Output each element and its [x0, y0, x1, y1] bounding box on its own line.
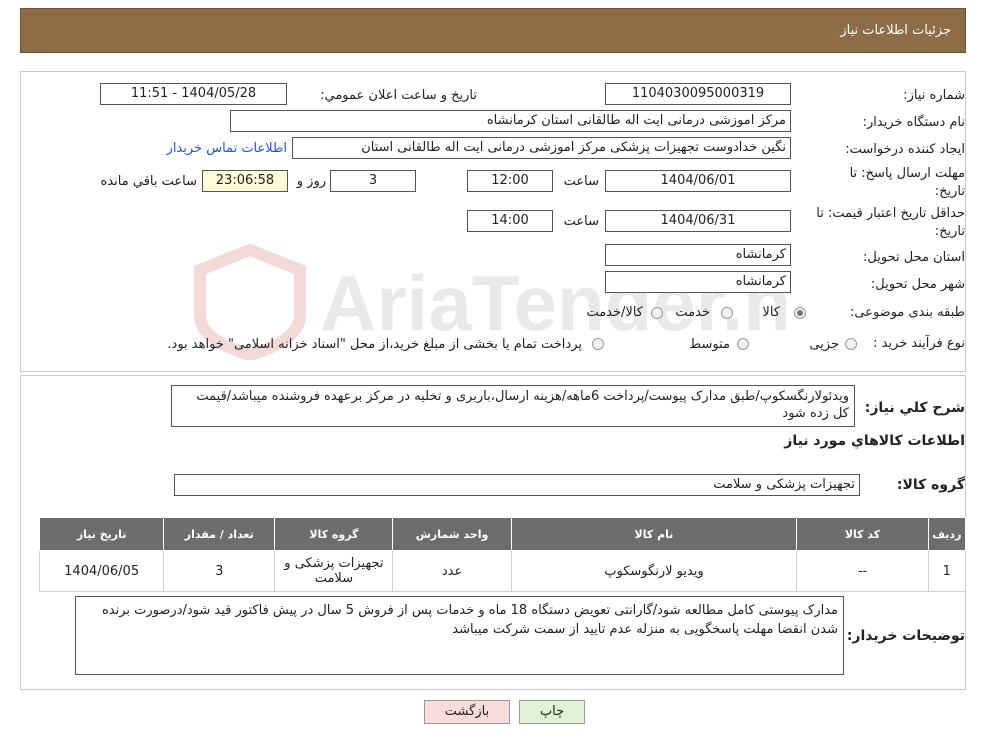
remaining-label: ساعت باقي مانده [100, 174, 197, 189]
announce-field: 1404/05/28 - 11:51 [100, 83, 287, 105]
validity-time-label: ساعت [563, 214, 599, 229]
page-header: جزئیات اطلاعات نیاز [20, 8, 966, 53]
province-field: کرمانشاه [605, 244, 791, 266]
process-label: نوع فرآیند خرید : [873, 336, 965, 351]
need-number-field: 1104030095000319 [605, 83, 791, 105]
need-number-label: شماره نیاز: [903, 88, 965, 103]
cell-unit: عدد [392, 550, 512, 592]
category-radio-service[interactable] [721, 307, 733, 319]
description-field[interactable]: ویدئولارنگسکوپ/طبق مدارک پیوست/پرداخت 6م… [171, 385, 855, 427]
deadline-label-date: تاریخ: [934, 184, 965, 199]
page-title: جزئیات اطلاعات نیاز [840, 23, 951, 38]
process-radio-minor[interactable] [845, 338, 857, 350]
buyer-org-field: مرکز اموزشی درمانی ایت اله طالقانی استان… [230, 110, 791, 132]
city-field: کرمانشاه [605, 271, 791, 293]
announce-label: تاريخ و ساعت اعلان عمومي: [320, 88, 477, 103]
table-header-row: رديف کد کالا نام کالا واحد شمارش گروه کا… [38, 517, 967, 551]
deadline-time-field: 12:00 [467, 170, 553, 192]
col-code: کد کالا [796, 517, 929, 551]
category-option-service: خدمت [675, 305, 710, 320]
deadline-time-label: ساعت [563, 174, 599, 189]
print-button[interactable]: چاپ [519, 700, 585, 724]
process-option-minor: جزیی [809, 337, 839, 352]
category-option-goods: کالا [762, 305, 780, 320]
validity-time-field: 14:00 [467, 210, 553, 232]
col-name: نام کالا [510, 517, 798, 551]
province-label: استان محل تحویل: [863, 250, 965, 265]
days-label: روز و [296, 174, 326, 189]
goods-group-label: گروه کالا: [896, 477, 965, 493]
category-option-goods-service: کالا/خدمت [586, 305, 643, 320]
buyer-org-label: نام دستگاه خریدار: [862, 115, 965, 130]
category-label: طبقه بندی موضوعی: [849, 305, 965, 320]
buyer-notes-field[interactable]: مدارک پیوستی کامل مطالعه شود/گارانتی تعو… [75, 596, 844, 675]
cell-quantity: 3 [163, 550, 276, 592]
city-label: شهر محل تحویل: [870, 277, 965, 292]
validity-date-field: 1404/06/31 [605, 210, 791, 232]
deadline-label: مهلت ارسال پاسخ: تا [849, 166, 965, 181]
validity-label: حداقل تاریخ اعتبار قیمت: تا [816, 206, 965, 221]
buyer-contact-link[interactable]: اطلاعات تماس خریدار [167, 141, 287, 156]
process-checkbox-treasury[interactable] [592, 338, 604, 350]
col-unit: واحد شمارش [392, 517, 512, 551]
process-note: پرداخت تمام یا بخشی از مبلغ خرید،از محل … [167, 337, 582, 352]
creator-label: ایجاد کننده درخواست: [845, 142, 965, 157]
goods-group-field: تجهیزات پزشکی و سلامت [174, 474, 860, 496]
process-option-medium: متوسط [689, 337, 730, 352]
description-label: شرح کلي نياز: [864, 400, 965, 416]
remaining-time-field: 23:06:58 [202, 170, 288, 192]
category-radio-goods[interactable] [794, 307, 806, 319]
goods-section-title: اطلاعات کالاهاي مورد نياز [784, 433, 965, 449]
process-radio-medium[interactable] [737, 338, 749, 350]
cell-group: تجهیزات پزشکی و سلامت [274, 550, 394, 592]
buyer-notes-label: توضیحات خریدار: [846, 628, 965, 644]
col-date: تاريخ نياز [38, 517, 165, 551]
table-row: 1 -- ویدیو لارنگوسکوپ عدد تجهیزات پزشکی … [38, 550, 967, 592]
cell-code: -- [796, 550, 929, 592]
category-radio-goods-service[interactable] [651, 307, 663, 319]
days-field: 3 [330, 170, 416, 192]
col-quantity: تعداد / مقدار [163, 517, 276, 551]
deadline-date-field: 1404/06/01 [605, 170, 791, 192]
col-index: رديف [927, 517, 967, 551]
cell-date: 1404/06/05 [38, 550, 165, 592]
col-group: گروه کالا [274, 517, 394, 551]
goods-table: رديف کد کالا نام کالا واحد شمارش گروه کا… [38, 517, 967, 592]
creator-field: نگین خدادوست تجهیزات پزشکی مرکز اموزشی د… [292, 137, 791, 159]
back-button[interactable]: بازگشت [424, 700, 510, 724]
validity-label-date: تاریخ: [934, 224, 965, 239]
cell-name: ویدیو لارنگوسکوپ [510, 550, 798, 592]
cell-index: 1 [927, 550, 967, 592]
